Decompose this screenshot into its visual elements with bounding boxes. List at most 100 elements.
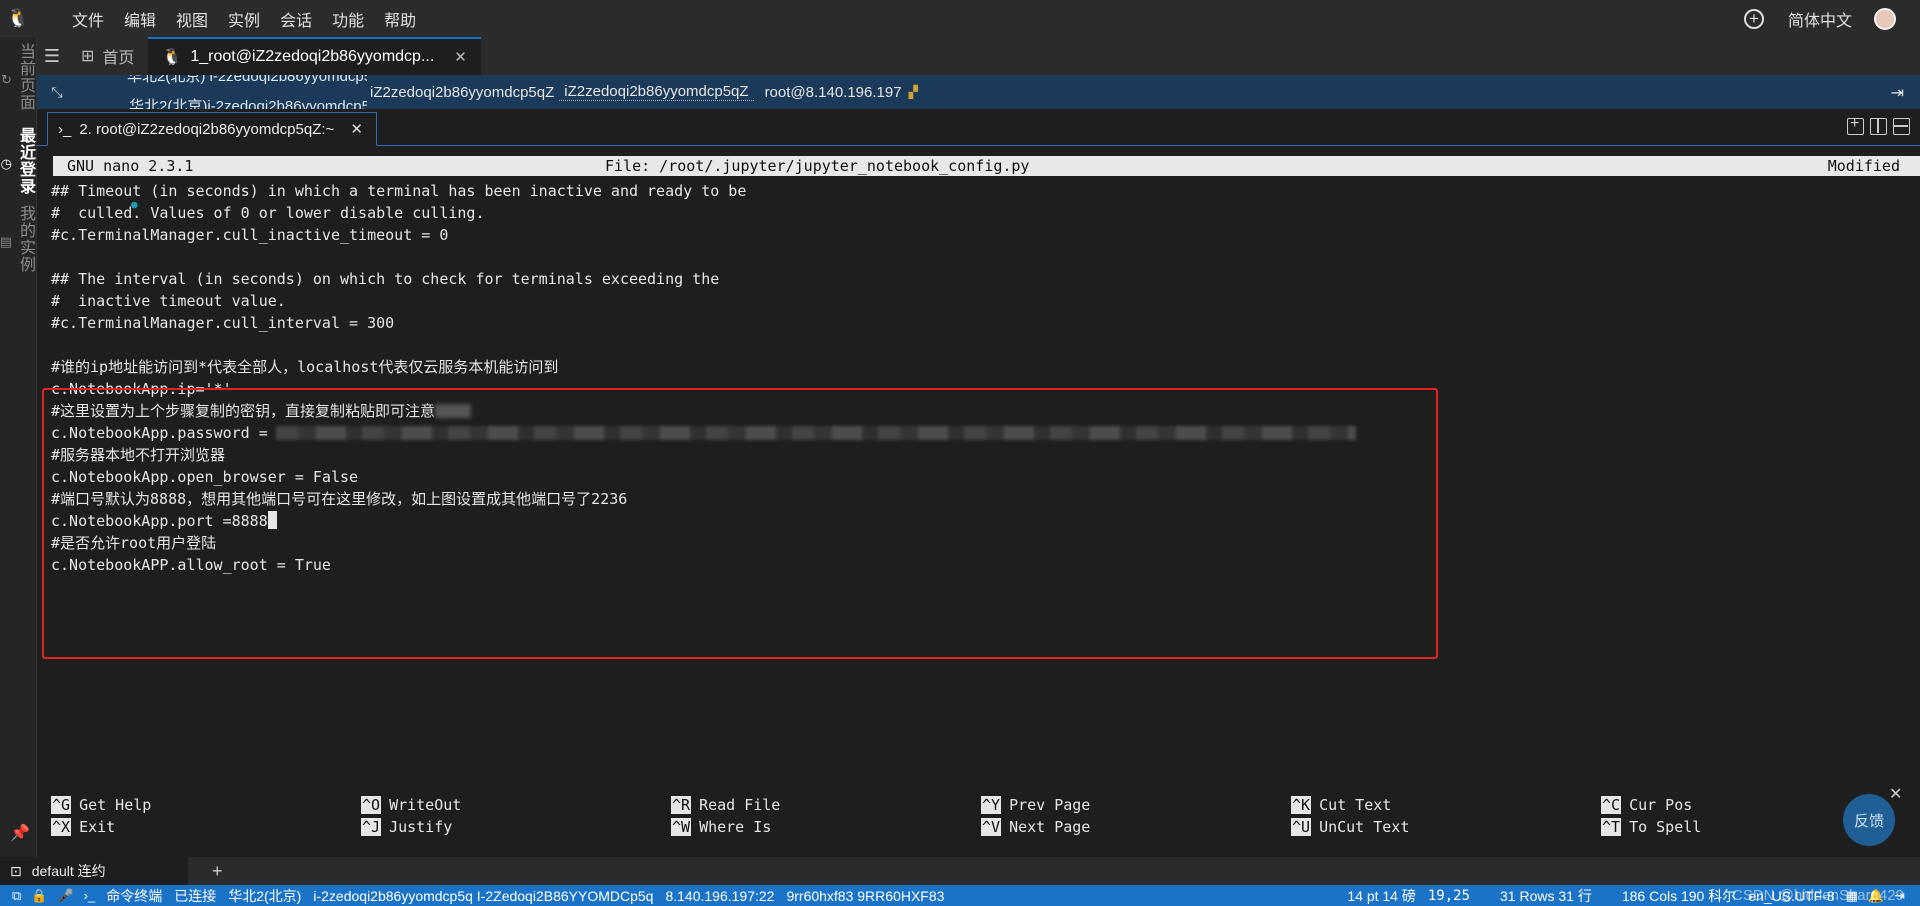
- menu-help[interactable]: 帮助: [374, 7, 426, 31]
- shortcut-label: Cut Text: [1319, 796, 1392, 814]
- shortcut-cur-pos: ^C Cur Pos: [1601, 794, 1692, 816]
- refresh-icon: ↻: [1, 72, 13, 87]
- status-command-terminal[interactable]: 命令终端: [100, 886, 168, 906]
- collapse-icon[interactable]: ⤡: [37, 84, 77, 101]
- region-text-bottom: 华北2(北京)i-2zedoqi2b86yyomdcp5q: [129, 98, 367, 109]
- shortcut-uncut-text: ^U UnCut Text: [1291, 816, 1409, 838]
- status-cols: 186 Cols 190 科尔: [1621, 887, 1737, 904]
- shortcut-label: Justify: [389, 818, 453, 836]
- add-session-icon[interactable]: +: [212, 861, 223, 882]
- shortcut-key: ^R: [671, 796, 692, 814]
- status-cursor-pos: 19,25: [1427, 887, 1471, 904]
- clock-icon: ◷: [0, 156, 13, 171]
- status-bar: ⧉ 🔒 🎤 ›_ 命令终端 已连接 华北2(北京) i-2zedoqi2b86y…: [0, 885, 1920, 906]
- tab-home[interactable]: ⊞ 首页: [67, 37, 148, 75]
- windows-icon[interactable]: ⧉: [0, 888, 26, 904]
- new-pane-icon[interactable]: [1847, 115, 1864, 135]
- status-region: 华北2(北京): [228, 887, 302, 904]
- shortcut-next-page: ^V Next Page: [981, 816, 1090, 838]
- lock-icon[interactable]: 🔒: [26, 888, 52, 904]
- shortcut-writeout: ^O WriteOut: [361, 794, 461, 816]
- mic-icon[interactable]: 🎤: [52, 888, 78, 904]
- tab-label: 1_root@iZ2zedoqi2b86yyomdcp...: [190, 48, 435, 65]
- sidebar-tab-my-instances[interactable]: 我的实例 ▤: [0, 205, 37, 273]
- status-instance: i-2zedoqi2b86yyomdcp5q I-2Zedoqi2B86YYOM…: [313, 887, 654, 904]
- exit-icon[interactable]: ⇥: [1891, 83, 1904, 103]
- menu-view[interactable]: 视图: [166, 7, 218, 31]
- watermark: CSDN @hiddenSharp429: [1732, 887, 1904, 904]
- menu-session[interactable]: 会话: [270, 7, 322, 31]
- avatar[interactable]: [1874, 7, 1896, 30]
- terminal-icon: ›_: [83, 888, 96, 903]
- terminal-line: #谁的ip地址能访问到*代表全部人，localhost代表仅云服务本机能访问到: [51, 358, 559, 376]
- terminal-tab[interactable]: ›_ 2. root@iZ2zedoqi2b86yyomdcp5qZ:~ ✕: [47, 112, 377, 146]
- terminal-icon: ›_: [58, 120, 72, 138]
- close-icon[interactable]: ✕: [454, 48, 467, 66]
- shortcut-key: ^G: [51, 796, 72, 814]
- region-text-top: 华北2(北京) i-2zedoqi2b86yyomdcp5q: [127, 75, 367, 85]
- sidebar-tab-current-page[interactable]: 当前页面 ↻: [0, 43, 37, 111]
- terminal-tab-label: 2. root@iZ2zedoqi2b86yyomdcp5qZ:~: [79, 120, 335, 138]
- shortcut-label: Where Is: [699, 818, 772, 836]
- sidebar-tab-label: 最近登录: [17, 127, 34, 195]
- status-font-size[interactable]: 14 pt 14 磅: [1341, 886, 1422, 906]
- shortcut-label: To Spell: [1629, 818, 1702, 836]
- copy-icon[interactable]: ▞: [909, 85, 918, 99]
- terminal-line: ## Timeout (in seconds) in which a termi…: [51, 182, 747, 200]
- nano-header: GNU nano 2.3.1 File: /root/.jupyter/jupy…: [53, 156, 1920, 176]
- linux-icon: 🐧: [162, 49, 183, 66]
- shortcut-key: ^Y: [981, 796, 1002, 814]
- close-icon[interactable]: ✕: [350, 120, 363, 138]
- sidebar-tab-label: 我的实例: [17, 205, 34, 273]
- feedback-button[interactable]: 反馈: [1843, 794, 1895, 846]
- shortcut-key: ^W: [671, 818, 692, 836]
- session-tab[interactable]: ⊡ default 连约: [0, 857, 188, 885]
- shortcut-to-spell: ^T To Spell: [1601, 816, 1701, 838]
- shortcut-label: WriteOut: [389, 796, 462, 814]
- shortcut-get-help: ^G Get Help: [51, 794, 151, 816]
- shortcut-label: Prev Page: [1009, 796, 1091, 814]
- shortcut-key: ^K: [1291, 796, 1312, 814]
- sidebar-tab-label: 当前页面: [17, 43, 34, 111]
- session-bar: ⊡ default 连约 +: [0, 857, 1920, 885]
- add-circle-icon[interactable]: +: [1743, 8, 1764, 29]
- status-connected: 已连接: [174, 887, 217, 904]
- menu-edit[interactable]: 编辑: [114, 7, 166, 31]
- shortcut-key: ^X: [51, 818, 72, 836]
- split-vertical-icon[interactable]: [1870, 118, 1887, 135]
- hostname-alias[interactable]: iZ2zedoqi2b86yyomdcp5qZ: [559, 83, 754, 101]
- hostname[interactable]: iZ2zedoqi2b86yyomdcp5qZ: [365, 84, 559, 101]
- shortcut-label: Read File: [699, 796, 781, 814]
- list-toggle-icon[interactable]: ☰: [37, 37, 67, 75]
- shortcut-key: ^O: [361, 796, 382, 814]
- region-info: 华北2(北京) i-2zedoqi2b86yyomdcp5q 华北2(北京)i-…: [77, 75, 367, 109]
- sidebar-tab-recent-login[interactable]: 最近登录 ◷: [0, 127, 37, 195]
- terminal-box-icon: ⊡: [10, 862, 22, 879]
- menubar: 🐧 文件 编辑 视图 实例 会话 功能 帮助 + 简体中文: [0, 0, 1920, 37]
- login-address[interactable]: root@8.140.196.197: [760, 84, 907, 101]
- shortcut-where-is: ^W Where Is: [671, 816, 771, 838]
- tab-session-1[interactable]: 🐧 1_root@iZ2zedoqi2b86yyomdcp... ✕: [148, 37, 481, 75]
- shortcut-key: ^J: [361, 818, 382, 836]
- status-user: 9rr60hxf83 9RR60HXF83: [786, 887, 945, 904]
- menu-features[interactable]: 功能: [322, 7, 374, 31]
- shortcut-label: Get Help: [79, 796, 152, 814]
- menu-file[interactable]: 文件: [62, 7, 114, 31]
- close-icon[interactable]: ✕: [1889, 784, 1902, 804]
- shortcut-label: UnCut Text: [1319, 818, 1410, 836]
- menu-instance[interactable]: 实例: [218, 7, 270, 31]
- pin-icon[interactable]: 📌: [10, 823, 30, 843]
- grid-icon: ⊞: [81, 48, 95, 65]
- shortcut-prev-page: ^Y Prev Page: [981, 794, 1090, 816]
- shortcut-cut-text: ^K Cut Text: [1291, 794, 1391, 816]
- terminal-line: #c.TerminalManager.cull_inactive_timeout…: [51, 226, 449, 244]
- split-horizontal-icon[interactable]: [1893, 118, 1910, 135]
- status-ip: 8.140.196.197:22: [665, 887, 775, 904]
- shortcut-key: ^U: [1291, 818, 1312, 836]
- shortcut-read-file: ^R Read File: [671, 794, 780, 816]
- nano-modified-state: Modified: [1827, 157, 1900, 175]
- linux-penguin-icon[interactable]: 🐧: [0, 0, 36, 37]
- language-selector[interactable]: 简体中文: [1788, 7, 1852, 31]
- nano-version: GNU nano 2.3.1: [67, 157, 194, 175]
- split-controls: [1847, 115, 1910, 135]
